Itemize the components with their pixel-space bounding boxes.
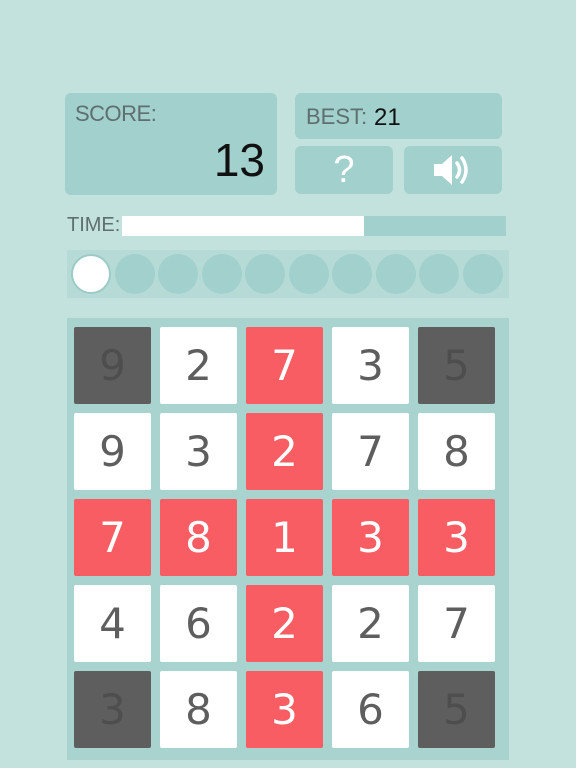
speaker-icon bbox=[434, 155, 468, 185]
progress-dot bbox=[201, 254, 242, 294]
board-tile[interactable]: 9 bbox=[74, 413, 151, 490]
board-tile[interactable]: 2 bbox=[160, 327, 237, 404]
board-tile[interactable]: 9 bbox=[74, 327, 151, 404]
board-tile[interactable]: 8 bbox=[160, 671, 237, 748]
time-bar-fill bbox=[122, 216, 364, 236]
board-tile[interactable]: 6 bbox=[332, 671, 409, 748]
board-tile[interactable]: 3 bbox=[160, 413, 237, 490]
sound-toggle-button[interactable] bbox=[404, 146, 502, 194]
board-tile[interactable]: 7 bbox=[246, 327, 323, 404]
board-tile[interactable]: 4 bbox=[74, 585, 151, 662]
board-tile[interactable]: 5 bbox=[418, 327, 495, 404]
progress-dot bbox=[71, 254, 111, 294]
best-value: 21 bbox=[374, 104, 401, 131]
game-board: 9273593278781334622738365 bbox=[67, 318, 509, 760]
progress-dots bbox=[67, 250, 509, 298]
board-tile[interactable]: 7 bbox=[332, 413, 409, 490]
board-tile[interactable]: 3 bbox=[332, 327, 409, 404]
time-bar bbox=[122, 216, 506, 236]
board-tile[interactable]: 7 bbox=[418, 585, 495, 662]
best-score-panel: BEST: 21 bbox=[295, 93, 502, 139]
score-value: 13 bbox=[213, 134, 265, 186]
help-button[interactable]: ? bbox=[295, 146, 393, 194]
progress-dot bbox=[419, 254, 459, 294]
progress-dot bbox=[114, 254, 155, 294]
progress-dot bbox=[375, 254, 416, 294]
board-tile[interactable]: 1 bbox=[246, 499, 323, 576]
progress-dot bbox=[462, 254, 503, 294]
progress-dot bbox=[332, 254, 372, 294]
board-tile[interactable]: 7 bbox=[74, 499, 151, 576]
board-tile[interactable]: 2 bbox=[246, 585, 323, 662]
progress-dot bbox=[158, 254, 198, 294]
best-label: BEST: bbox=[306, 104, 368, 129]
board-tile[interactable]: 8 bbox=[418, 413, 495, 490]
progress-dot bbox=[245, 254, 285, 294]
time-label: TIME: bbox=[67, 214, 121, 236]
board-tile[interactable]: 3 bbox=[246, 671, 323, 748]
board-tile[interactable]: 3 bbox=[332, 499, 409, 576]
question-mark-icon: ? bbox=[333, 148, 355, 191]
board-tile[interactable]: 8 bbox=[160, 499, 237, 576]
score-label: SCORE: bbox=[75, 101, 157, 126]
board-tile[interactable]: 2 bbox=[246, 413, 323, 490]
score-panel: SCORE: 13 bbox=[65, 93, 277, 195]
board-tile[interactable]: 6 bbox=[160, 585, 237, 662]
board-tile[interactable]: 5 bbox=[418, 671, 495, 748]
board-tile[interactable]: 3 bbox=[418, 499, 495, 576]
progress-dot bbox=[288, 254, 329, 294]
board-tile[interactable]: 2 bbox=[332, 585, 409, 662]
board-tile[interactable]: 3 bbox=[74, 671, 151, 748]
